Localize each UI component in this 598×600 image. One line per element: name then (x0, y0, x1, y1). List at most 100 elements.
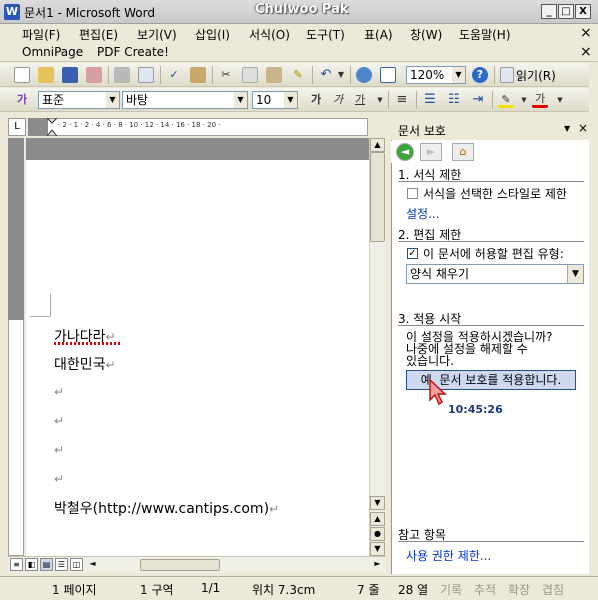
read-mode-button[interactable]: 읽기(R) (516, 67, 556, 84)
document-line[interactable]: ↵ (54, 413, 64, 429)
vertical-scroll-thumb[interactable] (370, 152, 385, 242)
ruler-scale: · 2 · 1 · 2 · 4 · 6 · 8 · 10 · 12 · 14 ·… (58, 121, 221, 129)
menu-insert[interactable]: 삽입(I) (195, 26, 230, 43)
edit-type-select[interactable]: 양식 채우기 ▼ (406, 264, 584, 284)
print-layout-view-icon[interactable]: ▤ (40, 558, 53, 571)
previous-page-icon[interactable]: ▲ (370, 512, 385, 526)
task-pane-close-icon[interactable]: × (578, 121, 588, 135)
minimize-button[interactable]: _ (541, 4, 557, 19)
font-color-dropdown-icon[interactable]: ▼ (552, 92, 568, 108)
research-icon[interactable] (190, 67, 206, 83)
menu-help[interactable]: 도움말(H) (459, 26, 511, 43)
menu-window[interactable]: 창(W) (410, 26, 442, 43)
save-icon[interactable] (62, 67, 78, 83)
document-line[interactable]: ↵ (54, 442, 64, 458)
status-line: 7 줄 (357, 583, 380, 597)
new-document-icon[interactable] (14, 67, 30, 83)
edit-restriction-label[interactable]: 이 문서에 허용할 편집 유형: (423, 245, 564, 262)
outline-view-icon[interactable]: ☰ (55, 558, 68, 571)
spelling-icon[interactable]: ✓ (166, 67, 182, 83)
open-folder-icon[interactable] (38, 67, 54, 83)
scroll-left-arrow-icon[interactable]: ◄ (86, 558, 99, 571)
document-line[interactable]: ↵ (54, 471, 64, 487)
task-pane-menu-icon[interactable]: ▼ (564, 124, 570, 133)
menu-edit[interactable]: 편집(E) (79, 26, 118, 43)
highlight-dropdown-icon[interactable]: ▼ (516, 92, 532, 108)
restrict-permission-link[interactable]: 사용 권한 제한... (406, 547, 491, 564)
document-line[interactable]: 대한민국↵ (54, 354, 116, 374)
format-restriction-checkbox[interactable] (407, 188, 418, 199)
read-icon[interactable] (500, 67, 514, 83)
menu-format[interactable]: 서식(O) (249, 26, 290, 43)
menu-tools[interactable]: 도구(T) (306, 26, 345, 43)
italic-button[interactable]: 가 (330, 92, 346, 108)
scroll-right-arrow-icon[interactable]: ► (371, 558, 384, 571)
close-window-button[interactable]: X (575, 4, 591, 19)
bullets-icon[interactable]: ☷ (446, 92, 462, 108)
scroll-down-arrow-icon[interactable]: ▼ (370, 496, 385, 510)
copy-icon[interactable] (242, 67, 258, 83)
font-color-button[interactable]: 가 (532, 92, 548, 108)
underline-button[interactable]: 가 (352, 92, 368, 108)
print-icon[interactable] (114, 67, 130, 83)
chevron-down-icon[interactable]: ▼ (567, 265, 583, 283)
table-icon[interactable] (380, 67, 396, 83)
styles-icon[interactable]: 가 (14, 92, 30, 108)
indent-marker[interactable] (45, 117, 59, 137)
addin-close[interactable]: × (580, 44, 592, 60)
paste-icon[interactable] (266, 67, 282, 83)
style-select[interactable]: 표준 ▼ (38, 91, 120, 109)
highlight-icon[interactable]: ✎ (498, 92, 514, 108)
status-record[interactable]: 기록 (440, 581, 462, 598)
browse-object-icon[interactable]: ● (370, 527, 385, 541)
chevron-down-icon[interactable]: ▼ (284, 92, 297, 108)
permission-icon[interactable] (86, 67, 102, 83)
reading-view-icon[interactable]: ◫ (70, 558, 83, 571)
maximize-button[interactable]: □ (558, 4, 574, 19)
home-icon[interactable]: ⌂ (452, 143, 474, 161)
cut-icon[interactable]: ✂ (218, 67, 234, 83)
format-painter-icon[interactable]: ✎ (290, 67, 306, 83)
format-restriction-label[interactable]: 서식을 선택한 스타일로 제한 (423, 185, 567, 202)
chevron-down-icon[interactable]: ▼ (106, 92, 119, 108)
task-pane-title[interactable]: 문서 보호 (398, 122, 446, 139)
horizontal-scroll-thumb[interactable] (140, 559, 220, 571)
font-select[interactable]: 바탕 ▼ (122, 91, 248, 109)
edit-restriction-checkbox[interactable]: ✓ (407, 248, 418, 259)
web-view-icon[interactable]: ◧ (25, 558, 38, 571)
align-justify-icon[interactable]: ≡ (394, 92, 410, 108)
status-track[interactable]: 추적 (474, 581, 496, 598)
menu-omnipage[interactable]: OmniPage (22, 45, 83, 59)
hyperlink-icon[interactable] (356, 67, 372, 83)
help-icon[interactable]: ? (472, 67, 488, 83)
forward-icon[interactable]: ► (420, 143, 442, 161)
zoom-select[interactable]: 120% ▼ (406, 66, 466, 84)
next-page-icon[interactable]: ▼ (370, 542, 385, 556)
menu-file[interactable]: 파일(F) (22, 26, 60, 43)
menu-view[interactable]: 보기(V) (137, 26, 177, 43)
bold-button[interactable]: 가 (308, 92, 324, 108)
undo-dropdown-icon[interactable]: ▼ (333, 67, 349, 83)
font-size-select[interactable]: 10 ▼ (252, 91, 298, 109)
menu-pdf-create[interactable]: PDF Create! (97, 45, 169, 59)
chevron-down-icon[interactable]: ▼ (452, 67, 465, 83)
tab-selector[interactable]: L (8, 118, 26, 136)
format-settings-link[interactable]: 설정... (406, 205, 440, 222)
normal-view-icon[interactable]: ≡ (10, 558, 23, 571)
document-page[interactable] (26, 138, 369, 556)
numbering-icon[interactable]: ☰ (422, 92, 438, 108)
print-preview-icon[interactable] (138, 67, 154, 83)
back-icon[interactable]: ◄ (396, 143, 414, 161)
menu-close-document[interactable]: × (580, 25, 592, 41)
document-line[interactable]: 박철우(http://www.cantips.com)↵ (54, 498, 279, 518)
scroll-up-arrow-icon[interactable]: ▲ (370, 138, 385, 152)
chevron-down-icon[interactable]: ▼ (234, 92, 247, 108)
undo-icon[interactable]: ↶ (318, 67, 334, 83)
menu-table[interactable]: 표(A) (364, 26, 393, 43)
word-app-icon[interactable]: W (4, 4, 20, 20)
underline-dropdown-icon[interactable]: ▼ (372, 92, 388, 108)
status-overtype[interactable]: 겹침 (542, 581, 564, 598)
document-line[interactable]: ↵ (54, 384, 64, 400)
indent-icon[interactable]: ⇥ (470, 92, 486, 108)
status-extend[interactable]: 확장 (508, 581, 530, 598)
